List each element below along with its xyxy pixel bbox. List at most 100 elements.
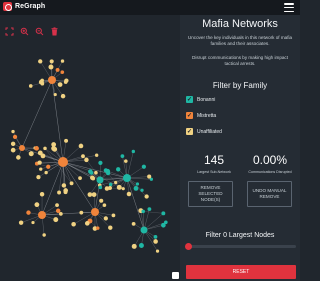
network-node[interactable] [38,211,46,219]
checkbox-checked-icon[interactable]: ✓ [186,128,193,135]
network-node[interactable] [26,210,31,215]
network-node[interactable] [79,210,84,215]
network-node[interactable] [19,145,25,151]
network-node[interactable] [141,209,145,214]
network-node[interactable] [120,154,125,159]
network-node[interactable] [39,167,43,171]
network-node[interactable] [111,213,116,218]
network-node[interactable] [40,153,46,159]
network-node[interactable] [121,187,125,191]
network-node[interactable] [44,170,48,175]
network-node[interactable] [78,176,82,181]
network-node[interactable] [60,59,65,63]
network-node[interactable] [10,141,16,147]
trash-icon[interactable] [49,26,60,37]
family-filter-mistretta[interactable]: ✓ Mistretta [186,112,216,119]
network-node[interactable] [81,154,85,159]
undo-manual-remove-button[interactable]: UNDO MANUAL REMOVE [247,181,292,207]
network-node[interactable] [63,190,68,195]
network-node[interactable] [141,164,146,169]
checkbox-checked-icon[interactable]: ✓ [186,96,193,103]
network-node[interactable] [108,182,113,187]
network-node[interactable] [131,243,137,249]
network-node[interactable] [131,221,136,226]
network-node[interactable] [95,226,100,230]
network-node[interactable] [16,155,21,160]
zoom-in-icon[interactable] [19,26,30,37]
network-node[interactable] [147,207,152,211]
network-node[interactable] [84,157,89,163]
network-node[interactable] [147,174,152,179]
fit-screen-icon[interactable] [4,26,15,37]
network-node[interactable] [48,76,56,84]
network-node[interactable] [55,67,60,72]
network-node[interactable] [78,143,84,149]
network-node[interactable] [28,84,33,88]
network-node[interactable] [53,217,59,223]
network-node[interactable] [103,216,108,221]
network-node[interactable] [116,167,121,172]
network-node[interactable] [153,235,158,239]
network-node[interactable] [38,59,43,64]
zoom-out-icon[interactable] [34,26,45,37]
network-node[interactable] [28,151,34,157]
network-node[interactable] [55,208,61,214]
network-node[interactable] [88,169,93,174]
network-node[interactable] [94,170,98,175]
network-node[interactable] [114,180,118,185]
hamburger-menu-icon[interactable] [284,3,294,12]
network-node[interactable] [69,181,74,186]
network-node[interactable] [48,64,54,70]
network-node[interactable] [42,233,46,237]
checkbox-checked-icon[interactable]: ✓ [186,112,193,119]
network-node[interactable] [104,186,110,191]
network-node[interactable] [39,192,45,197]
network-node[interactable] [108,225,113,230]
network-node[interactable] [91,192,97,198]
network-node[interactable] [46,164,51,169]
network-node[interactable] [51,146,56,151]
network-node[interactable] [91,208,99,216]
network-node[interactable] [57,82,63,87]
largest-nodes-slider[interactable] [185,243,296,250]
network-node[interactable] [71,221,76,227]
remove-selected-nodes-button[interactable]: REMOVE SELECTED NODE(S) [188,181,233,207]
network-node[interactable] [10,147,16,153]
network-node[interactable] [37,160,42,165]
network-node[interactable] [61,183,67,188]
network-node[interactable] [155,249,160,253]
network-node[interactable] [40,79,44,83]
network-node[interactable] [96,176,104,184]
network-node[interactable] [11,129,15,134]
network-node[interactable] [94,153,99,157]
network-node[interactable] [43,146,47,151]
network-node[interactable] [49,59,54,64]
network-node[interactable] [99,198,104,203]
network-node[interactable] [138,243,144,248]
network-node[interactable] [98,185,103,190]
network-node[interactable] [98,160,103,165]
network-node[interactable] [140,226,148,234]
network-node[interactable] [64,78,69,83]
network-node[interactable] [34,146,39,151]
network-node[interactable] [135,182,140,186]
network-graph[interactable] [0,15,180,281]
network-node[interactable] [133,186,139,191]
network-node[interactable] [34,202,40,208]
network-node[interactable] [12,134,18,140]
network-node[interactable] [140,188,144,192]
network-node[interactable] [123,174,131,182]
network-node[interactable] [64,138,69,143]
network-node[interactable] [153,239,158,244]
network-node[interactable] [53,92,57,97]
network-node[interactable] [161,211,166,216]
network-node[interactable] [144,194,149,199]
network-node[interactable] [102,203,107,207]
network-node[interactable] [18,220,24,225]
network-node[interactable] [87,192,93,197]
network-node[interactable] [57,190,62,195]
network-node[interactable] [126,191,132,197]
network-node[interactable] [124,159,128,163]
network-node[interactable] [36,174,41,180]
network-node[interactable] [60,93,66,99]
